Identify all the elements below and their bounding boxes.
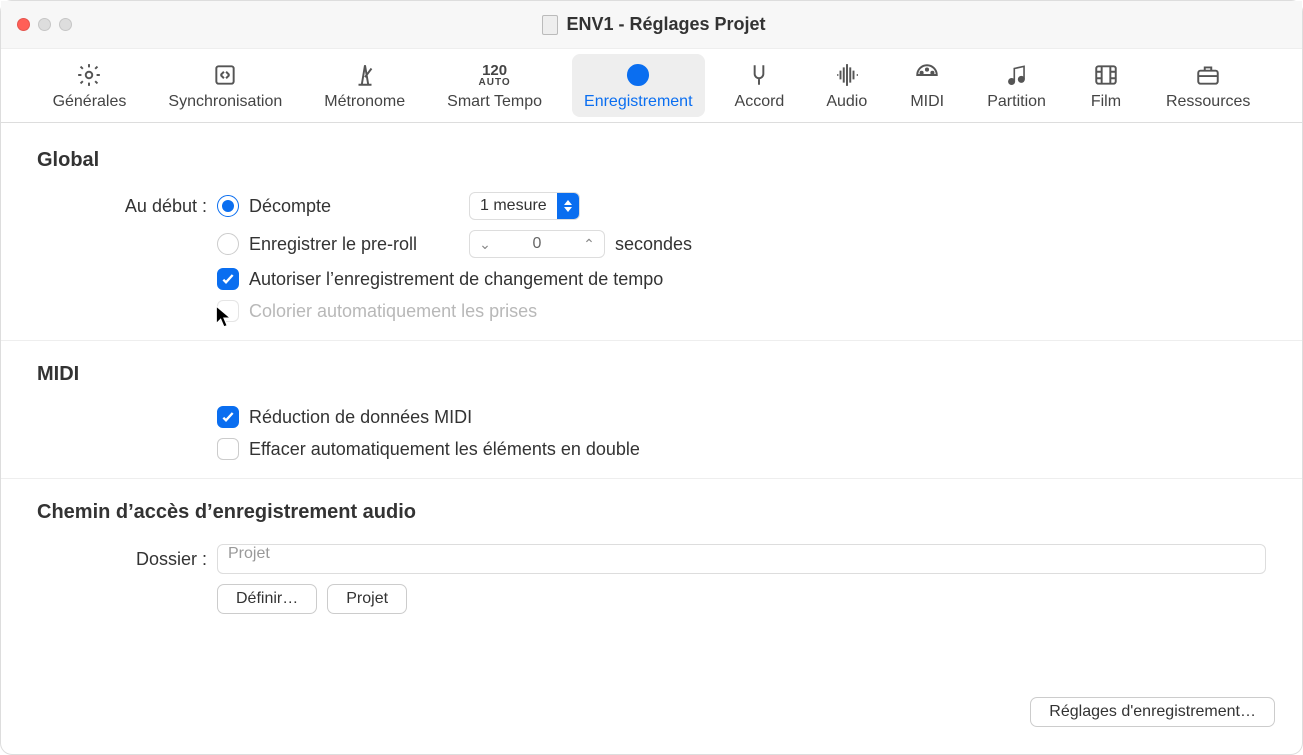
tab-generales[interactable]: Générales bbox=[41, 54, 139, 117]
tempo-value: 120 bbox=[482, 63, 507, 78]
tab-film[interactable]: Film bbox=[1076, 54, 1136, 117]
waveform-icon bbox=[834, 60, 860, 90]
radio-decompte[interactable] bbox=[217, 195, 239, 217]
preroll-value: 0 bbox=[500, 235, 574, 253]
dossier-value: Projet bbox=[228, 545, 270, 562]
checkbox-color-prises bbox=[217, 300, 239, 322]
dossier-label: Dossier : bbox=[37, 549, 217, 570]
tab-label: Partition bbox=[987, 93, 1046, 111]
tempo-auto: AUTO bbox=[479, 78, 511, 88]
projet-button[interactable]: Projet bbox=[327, 584, 407, 614]
dossier-field[interactable]: Projet bbox=[217, 544, 1266, 574]
checkbox-midi-effacer[interactable] bbox=[217, 438, 239, 460]
toolbar: Générales Synchronisation Métronome 120 … bbox=[1, 49, 1302, 123]
reglages-enregistrement-button[interactable]: Réglages d'enregistrement… bbox=[1030, 697, 1275, 727]
tab-label: Enregistrement bbox=[584, 93, 693, 111]
film-icon bbox=[1093, 60, 1119, 90]
music-notes-icon bbox=[1004, 60, 1030, 90]
section-global-title: Global bbox=[37, 149, 1266, 172]
tab-label: Synchronisation bbox=[168, 93, 282, 111]
minimize-window-button[interactable] bbox=[38, 18, 51, 31]
checkbox-midi-reduction[interactable] bbox=[217, 406, 239, 428]
tab-label: Accord bbox=[735, 93, 785, 111]
window-title: ENV1 - Réglages Projet bbox=[566, 14, 765, 35]
main-content: Global Au début : Décompte 1 mesure Enre… bbox=[1, 123, 1302, 640]
definir-button[interactable]: Définir… bbox=[217, 584, 317, 614]
section-midi-title: MIDI bbox=[37, 363, 1266, 386]
document-icon bbox=[542, 15, 558, 35]
divider bbox=[1, 478, 1302, 479]
close-window-button[interactable] bbox=[17, 18, 30, 31]
section-chemin-title: Chemin d’accès d’enregistrement audio bbox=[37, 501, 1266, 524]
tab-accord[interactable]: Accord bbox=[723, 54, 797, 117]
record-icon bbox=[625, 60, 651, 90]
dropdown-arrows-icon bbox=[557, 192, 579, 220]
window-controls bbox=[17, 18, 72, 31]
zoom-window-button[interactable] bbox=[59, 18, 72, 31]
briefcase-icon bbox=[1195, 60, 1221, 90]
preroll-label: Enregistrer le pre-roll bbox=[249, 234, 459, 255]
color-prises-label: Colorier automatiquement les prises bbox=[249, 301, 537, 322]
tab-synchronisation[interactable]: Synchronisation bbox=[156, 54, 294, 117]
sync-icon bbox=[212, 60, 238, 90]
tab-smart-tempo[interactable]: 120 AUTO Smart Tempo bbox=[435, 54, 554, 117]
preroll-stepper[interactable]: ⌄ 0 ⌃ bbox=[469, 230, 605, 258]
au-debut-label: Au début : bbox=[37, 196, 217, 217]
window-title-wrap: ENV1 - Réglages Projet bbox=[72, 14, 1236, 35]
tuning-fork-icon bbox=[746, 60, 772, 90]
footer: Réglages d'enregistrement… bbox=[1030, 697, 1275, 727]
tab-partition[interactable]: Partition bbox=[975, 54, 1058, 117]
divider bbox=[1, 340, 1302, 341]
smart-tempo-icon: 120 AUTO bbox=[479, 60, 511, 90]
tab-audio[interactable]: Audio bbox=[814, 54, 879, 117]
tab-label: Métronome bbox=[324, 93, 405, 111]
tab-ressources[interactable]: Ressources bbox=[1154, 54, 1262, 117]
chevron-up-icon: ⌃ bbox=[583, 236, 595, 253]
tab-label: Film bbox=[1091, 93, 1121, 111]
decompte-dropdown[interactable]: 1 mesure bbox=[469, 192, 580, 220]
radio-preroll[interactable] bbox=[217, 233, 239, 255]
tab-enregistrement[interactable]: Enregistrement bbox=[572, 54, 705, 117]
midi-port-icon bbox=[914, 60, 940, 90]
tab-midi[interactable]: MIDI bbox=[897, 54, 957, 117]
midi-reduction-label: Réduction de données MIDI bbox=[249, 407, 472, 428]
tab-label: Ressources bbox=[1166, 93, 1250, 111]
tab-label: Smart Tempo bbox=[447, 93, 542, 111]
titlebar: ENV1 - Réglages Projet bbox=[1, 1, 1302, 49]
gear-icon bbox=[76, 60, 102, 90]
decompte-label: Décompte bbox=[249, 196, 459, 217]
stepper-down[interactable]: ⌄ bbox=[470, 231, 500, 257]
checkbox-tempo-change[interactable] bbox=[217, 268, 239, 290]
decompte-dropdown-value: 1 mesure bbox=[480, 197, 547, 215]
tab-label: Générales bbox=[53, 93, 127, 111]
tab-label: Audio bbox=[826, 93, 867, 111]
tempo-change-label: Autoriser l’enregistrement de changement… bbox=[249, 269, 663, 290]
chevron-down-icon: ⌄ bbox=[479, 236, 491, 253]
midi-effacer-label: Effacer automatiquement les éléments en … bbox=[249, 439, 640, 460]
metronome-icon bbox=[352, 60, 378, 90]
stepper-up[interactable]: ⌃ bbox=[574, 231, 604, 257]
tab-metronome[interactable]: Métronome bbox=[312, 54, 417, 117]
tab-label: MIDI bbox=[910, 93, 944, 111]
preroll-unit: secondes bbox=[615, 234, 692, 255]
